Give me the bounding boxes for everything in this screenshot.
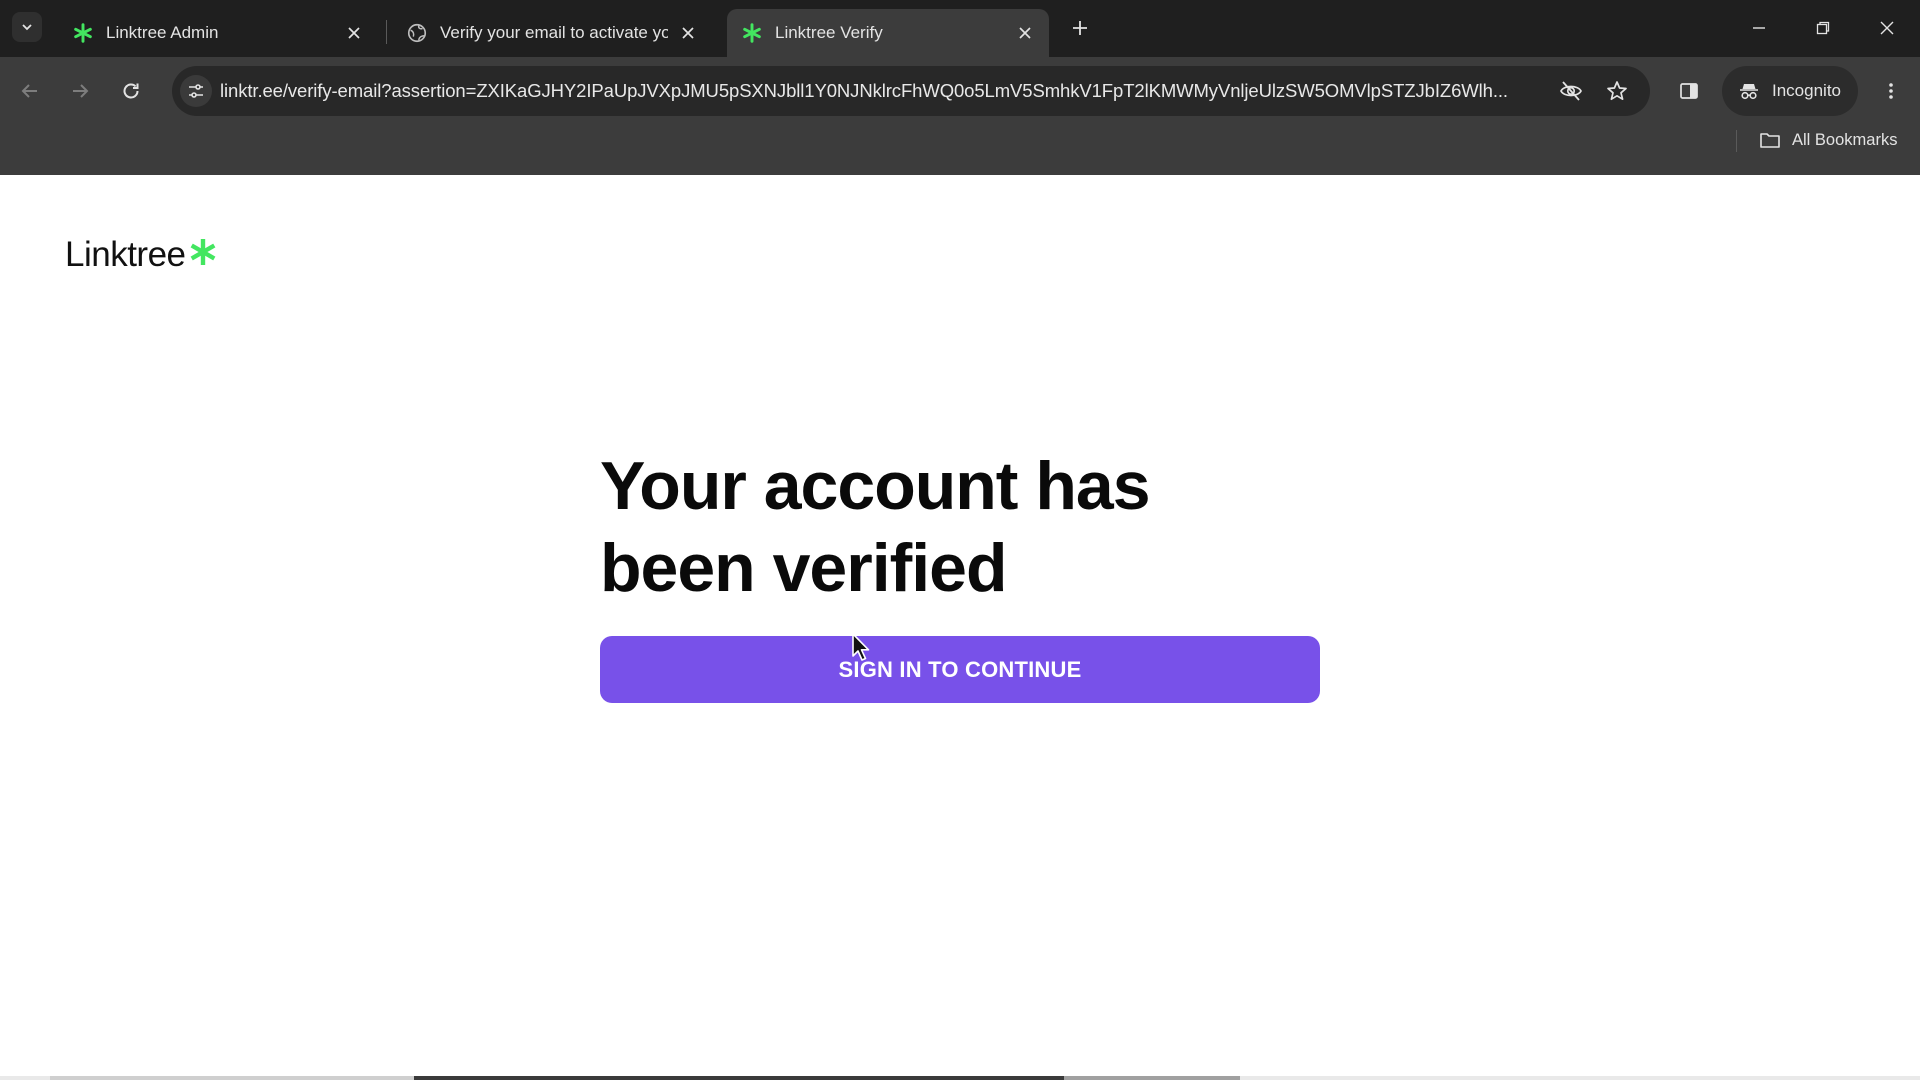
browser-menu-button[interactable]: [1874, 74, 1908, 108]
new-tab-button[interactable]: [1066, 14, 1094, 42]
address-bar[interactable]: linktr.ee/verify-email?assertion=ZXIKaGJ…: [172, 66, 1650, 116]
tab-close-button[interactable]: [344, 23, 364, 43]
close-icon: [1019, 27, 1031, 39]
tab-title: Linktree Admin: [106, 23, 219, 42]
page-title-line-1: Your account has: [600, 448, 1151, 524]
chevron-down-icon: [22, 24, 32, 31]
back-button[interactable]: [13, 74, 47, 108]
tab-linktree-admin[interactable]: Linktree Admin: [58, 9, 378, 57]
tab-close-button[interactable]: [1015, 23, 1035, 43]
all-bookmarks-label: All Bookmarks: [1792, 130, 1898, 149]
page-title: Your account has been verified: [600, 445, 1320, 609]
close-window-button[interactable]: [1873, 14, 1901, 42]
restore-icon: [1816, 21, 1830, 35]
tab-verify-email[interactable]: Verify your email to activate yo: [392, 9, 712, 57]
side-panel-icon: [1680, 83, 1698, 99]
close-icon: [1880, 21, 1894, 35]
arrow-right-icon: [73, 84, 89, 98]
all-bookmarks-button[interactable]: All Bookmarks: [1758, 125, 1897, 155]
globe-icon: [407, 23, 427, 43]
scroll-segment: [50, 1076, 414, 1080]
bookmarks-separator: [1736, 130, 1737, 152]
bottom-scroll-indicator: [0, 1076, 1920, 1080]
tab-strip: Linktree Admin Verify your email to acti…: [0, 0, 1920, 57]
plus-icon: [1073, 21, 1087, 35]
logo-text: Linktree: [65, 235, 186, 274]
close-icon: [682, 27, 694, 39]
incognito-indicator[interactable]: Incognito: [1722, 66, 1858, 116]
url-text[interactable]: linktr.ee/verify-email?assertion=ZXIKaGJ…: [220, 80, 1550, 102]
side-panel-button[interactable]: [1672, 74, 1706, 108]
scroll-segment: [414, 1076, 1064, 1080]
tab-title: Linktree Verify: [775, 23, 883, 42]
tab-title: Verify your email to activate yo: [440, 23, 668, 42]
minimize-button[interactable]: [1745, 14, 1773, 42]
tab-separator: [386, 20, 387, 44]
close-icon: [348, 27, 360, 39]
sign-in-to-continue-button[interactable]: SIGN IN TO CONTINUE: [600, 636, 1320, 703]
linktree-icon: [74, 23, 92, 43]
linktree-asterisk-icon: [190, 239, 215, 265]
incognito-icon: [1736, 78, 1762, 104]
tab-search-button[interactable]: [12, 12, 42, 42]
tab-close-button[interactable]: [678, 23, 698, 43]
linktree-logo[interactable]: Linktree: [65, 235, 218, 275]
tune-icon: [189, 84, 203, 98]
page-title-line-2: been verified: [600, 530, 1007, 606]
eye-off-icon: [1560, 81, 1582, 101]
star-icon: [1607, 81, 1627, 101]
mouse-cursor-icon: [852, 633, 870, 661]
site-settings-button[interactable]: [180, 75, 212, 107]
reload-icon: [123, 83, 139, 99]
bookmark-star-button[interactable]: [1604, 78, 1630, 104]
incognito-label: Incognito: [1772, 81, 1841, 100]
browser-toolbar: linktr.ee/verify-email?assertion=ZXIKaGJ…: [0, 57, 1920, 175]
tab-linktree-verify[interactable]: Linktree Verify: [727, 9, 1049, 57]
folder-icon: [1758, 128, 1782, 152]
arrow-left-icon: [21, 84, 37, 98]
tracking-protection-button[interactable]: [1558, 78, 1584, 104]
forward-button[interactable]: [63, 74, 97, 108]
more-vertical-icon: [1889, 83, 1893, 99]
restore-button[interactable]: [1809, 14, 1837, 42]
linktree-icon: [743, 23, 761, 43]
page-content: Linktree Your account has been verified …: [0, 175, 1920, 1080]
reload-button[interactable]: [114, 74, 148, 108]
minimize-icon: [1753, 27, 1765, 29]
scroll-segment: [1064, 1076, 1240, 1080]
